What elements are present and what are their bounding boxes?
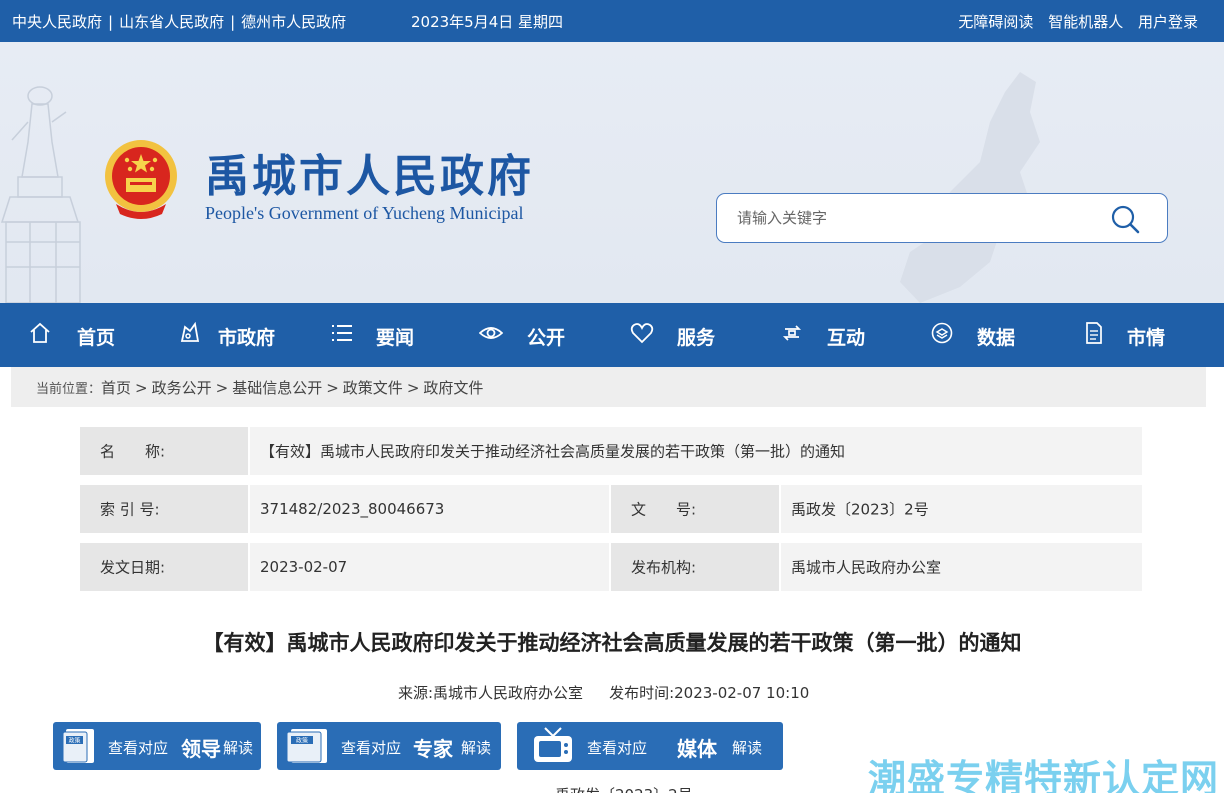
eye-icon: [479, 327, 503, 339]
info-label: 名 称:: [100, 442, 166, 461]
breadcrumb-government-affairs[interactable]: 政务公开: [152, 379, 212, 397]
interaction-icon: [782, 325, 802, 341]
button-prefix: 查看对应: [341, 739, 402, 757]
site-title: 禹城市人民政府: [205, 151, 534, 202]
button-prefix: 查看对应: [587, 739, 648, 757]
statue-illustration: [0, 86, 81, 303]
policy-book-icon: 政策: [62, 729, 94, 763]
info-value-cell: 2023-02-07: [250, 543, 609, 591]
info-label: 发文日期:: [100, 558, 166, 577]
nav-label: 首页: [77, 327, 116, 349]
document-icon: [1086, 322, 1102, 344]
search-box: [716, 193, 1168, 243]
button-prefix: 查看对应: [108, 739, 169, 757]
data-layers-icon: [931, 322, 953, 344]
main-nav: 首页 市政府 要闻 公开 服务 互动 数据 市情: [0, 303, 1224, 367]
nav-label: 市政府: [218, 327, 276, 349]
info-value-cell: 禹政发〔2023〕2号: [781, 485, 1142, 533]
article-meta: 来源:禹城市人民政府办公室 发布时间:2023-02-07 10:10: [398, 682, 809, 703]
button-emphasis: 媒体: [677, 737, 717, 761]
media-interpretation-button[interactable]: 查看对应 媒体 解读: [517, 722, 783, 770]
top-bar: 中央人民政府 | 山东省人民政府 | 德州市人民政府 2023年5月4日 星期四 无障碍…: [0, 0, 1224, 42]
watermark: 潮盛专精特新认定网: [868, 757, 1220, 793]
leader-interpretation-button[interactable]: 政策 查看对应 领导 解读: [53, 722, 261, 770]
button-emphasis: 领导: [181, 737, 221, 761]
search-input[interactable]: [737, 206, 1097, 230]
nav-label: 服务: [677, 327, 716, 349]
info-label-cell: 文 号:: [611, 485, 779, 533]
info-label: 索 引 号:: [100, 500, 160, 519]
link-shandong-government[interactable]: 山东省人民政府: [119, 13, 224, 31]
badge-text: 政策: [296, 737, 308, 745]
current-date: 2023年5月4日 星期四: [411, 13, 564, 31]
robot-link[interactable]: 智能机器人: [1048, 13, 1123, 31]
breadcrumb-government-docs[interactable]: 政府文件: [423, 379, 483, 397]
map-silhouette: [900, 72, 1040, 303]
breadcrumb: 当前位置：首页 > 政务公开 > 基础信息公开 > 政策文件 > 政府文件: [11, 367, 1206, 407]
publish-time: 发布时间:2023-02-07 10:10: [609, 684, 810, 702]
top-right-links: 无障碍阅读 智能机器人 用户登录: [948, 11, 1198, 32]
article-doc-number: 禹政发〔2023〕2号: [555, 784, 693, 793]
site-subtitle: People's Government of Yucheng Municipal: [205, 203, 524, 223]
info-label-cell: 发文日期:: [80, 543, 248, 591]
info-label-cell: 索 引 号:: [80, 485, 248, 533]
government-icon: [180, 321, 200, 342]
info-value-cell: 371482/2023_80046673: [250, 485, 609, 533]
home-icon: [30, 322, 50, 343]
nav-label: 要闻: [376, 327, 415, 349]
article-title: 【有效】禹城市人民政府印发关于推动经济社会高质量发展的若干政策（第一批）的通知: [202, 631, 1022, 655]
button-suffix: 解读: [223, 739, 254, 757]
separator: |: [230, 13, 236, 31]
info-row-name: 名 称: 【有效】禹城市人民政府印发关于推动经济社会高质量发展的若干政策（第一批…: [80, 427, 1142, 475]
issuing-organization: 禹城市人民政府办公室: [791, 558, 942, 577]
top-links: 中央人民政府 | 山东省人民政府 | 德州市人民政府: [12, 11, 346, 32]
separator: |: [108, 13, 114, 31]
list-icon: [332, 325, 352, 341]
info-label-cell: 名 称:: [80, 427, 248, 475]
button-suffix: 解读: [732, 739, 763, 757]
breadcrumb-policy-docs[interactable]: 政策文件: [343, 379, 403, 397]
nav-label: 公开: [527, 327, 566, 349]
national-emblem: [105, 140, 177, 219]
breadcrumb-separator: >: [215, 379, 229, 397]
breadcrumb-basic-info[interactable]: 基础信息公开: [232, 379, 322, 397]
tv-icon: [534, 727, 572, 762]
info-value-cell: 禹城市人民政府办公室: [781, 543, 1142, 591]
link-central-government[interactable]: 中央人民政府: [12, 13, 102, 31]
badge-text: 政策: [68, 737, 80, 745]
expert-interpretation-button[interactable]: 政策 查看对应 专家 解读: [277, 722, 501, 770]
info-row-date: 发文日期: 2023-02-07 发布机构: 禹城市人民政府办公室: [80, 543, 1142, 591]
info-label: 发布机构:: [631, 558, 697, 577]
info-value-cell: 【有效】禹城市人民政府印发关于推动经济社会高质量发展的若干政策（第一批）的通知: [250, 427, 1142, 475]
nav-label: 互动: [827, 327, 866, 349]
link-dezhou-government[interactable]: 德州市人民政府: [241, 13, 346, 31]
breadcrumb-separator: >: [326, 379, 339, 397]
breadcrumb-prefix: 当前位置：: [36, 382, 102, 397]
button-suffix: 解读: [461, 739, 492, 757]
search-icon[interactable]: [1109, 204, 1141, 234]
button-emphasis: 专家: [413, 737, 453, 761]
heart-icon: [630, 323, 654, 344]
document-name: 【有效】禹城市人民政府印发关于推动经济社会高质量发展的若干政策（第一批）的通知: [260, 442, 846, 461]
index-number: 371482/2023_80046673: [260, 500, 445, 518]
site-header: 禹城市人民政府 People's Government of Yucheng M…: [0, 42, 1224, 303]
login-link[interactable]: 用户登录: [1138, 13, 1198, 31]
accessibility-link[interactable]: 无障碍阅读: [958, 13, 1033, 31]
nav-label: 数据: [977, 327, 1016, 349]
policy-book-icon: 政策: [286, 729, 327, 763]
document-number: 禹政发〔2023〕2号: [791, 500, 929, 519]
breadcrumb-separator: >: [406, 379, 420, 397]
breadcrumb-separator: >: [135, 379, 148, 397]
info-row-index: 索 引 号: 371482/2023_80046673 文 号: 禹政发〔202…: [80, 485, 1142, 533]
nav-label: 市情: [1127, 327, 1166, 349]
info-label: 文 号:: [631, 500, 697, 519]
info-label-cell: 发布机构:: [611, 543, 779, 591]
article-source: 来源:禹城市人民政府办公室: [398, 684, 584, 702]
issue-date: 2023-02-07: [260, 558, 348, 576]
breadcrumb-home[interactable]: 首页: [101, 379, 131, 397]
